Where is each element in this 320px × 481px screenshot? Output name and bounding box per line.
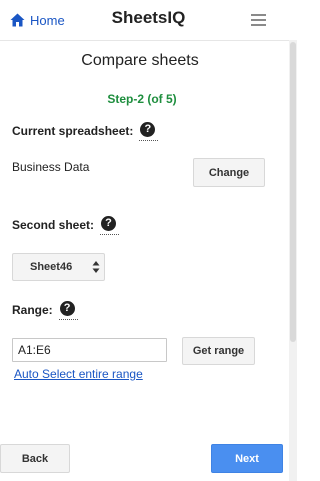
home-icon [10,13,25,27]
step-indicator: Step-2 (of 5) [107,92,177,106]
next-button[interactable]: Next [211,444,283,473]
current-spreadsheet-label: Current spreadsheet: [12,123,134,138]
second-sheet-label: Second sheet: [12,217,95,232]
hamburger-menu-icon[interactable] [251,12,267,28]
home-label: Home [30,12,65,28]
second-sheet-select[interactable]: Sheet46 [12,253,105,281]
help-tooltip-trigger[interactable]: ? [100,215,120,235]
range-label-row: Range: ? [12,300,78,320]
change-button[interactable]: Change [193,158,265,187]
help-icon: ? [59,300,75,316]
range-label: Range: [12,302,53,317]
scrollbar-thumb[interactable] [290,42,296,342]
help-icon: ? [101,215,117,231]
top-bar: Home SheetsIQ [0,0,297,41]
second-sheet-label-row: Second sheet: ? [12,215,120,235]
help-icon: ? [140,121,156,137]
back-button[interactable]: Back [0,444,70,473]
select-arrows-icon [92,260,100,274]
current-spreadsheet-label-row: Current spreadsheet: ? [12,121,159,141]
page-title: Compare sheets [81,52,199,69]
second-sheet-selected: Sheet46 [30,261,73,273]
help-tooltip-trigger[interactable]: ? [139,121,159,141]
auto-select-range-link[interactable]: Auto Select entire range [14,367,143,381]
current-spreadsheet-name: Business Data [12,160,90,174]
get-range-button[interactable]: Get range [182,337,255,365]
help-tooltip-trigger[interactable]: ? [58,300,78,320]
range-input[interactable] [12,338,167,362]
home-link[interactable]: Home [10,11,65,29]
